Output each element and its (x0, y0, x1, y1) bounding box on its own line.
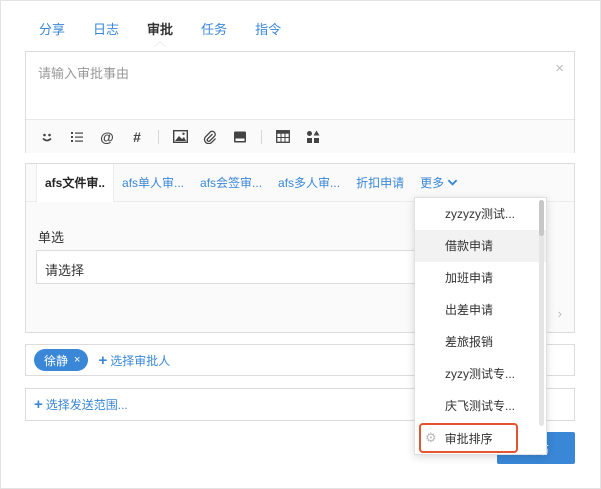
reason-placeholder: 请输入审批事由 (38, 66, 130, 81)
tab-share[interactable]: 分享 (25, 1, 79, 47)
hash-icon[interactable]: # (122, 123, 152, 151)
dropdown-item[interactable]: 出差申请 (415, 294, 546, 326)
top-tabs: 分享 日志 审批 任务 指令 (25, 1, 295, 47)
chevron-down-icon (447, 179, 458, 186)
dropdown-item[interactable]: 庆飞测试专... (415, 390, 546, 422)
single-choice-label: 单选 (38, 230, 65, 245)
editor-toolbar: @ # (26, 119, 574, 153)
active-tab-caret (154, 41, 167, 47)
gear-icon: ⚙ (425, 430, 437, 445)
approval-tab-afs-countersign[interactable]: afs会签审... (192, 164, 270, 202)
save-icon[interactable] (225, 123, 255, 151)
select-approver-label: 选择审批人 (110, 353, 171, 368)
tab-task-label: 任务 (201, 22, 228, 37)
approval-tab-afs-multi[interactable]: afs多人审... (270, 164, 348, 202)
select-scope-label: 选择发送范围... (45, 398, 128, 412)
approval-sort-button[interactable]: ⚙ 审批排序 (419, 423, 518, 453)
image-icon[interactable] (165, 123, 195, 151)
dropdown-scrollbar[interactable] (539, 200, 544, 426)
approver-name: 徐静 (44, 353, 69, 368)
toolbar-divider (158, 129, 159, 144)
table-icon[interactable] (268, 123, 298, 151)
attachment-icon[interactable] (195, 123, 225, 151)
toolbar-divider (261, 129, 262, 144)
at-icon[interactable]: @ (92, 123, 122, 151)
dropdown-item[interactable]: zyzyzy测试... (415, 198, 546, 230)
tab-share-label: 分享 (39, 22, 66, 37)
next-page-arrow[interactable]: › (558, 306, 562, 321)
tab-task[interactable]: 任务 (187, 1, 241, 47)
tab-command[interactable]: 指令 (241, 1, 295, 47)
select-scope-button[interactable]: + 选择发送范围... (34, 396, 128, 413)
more-label: 更多 (420, 175, 445, 190)
approval-tab-afs-single[interactable]: afs单人审... (114, 164, 192, 202)
more-dropdown-toggle[interactable]: 更多 (412, 164, 466, 202)
select-approver-button[interactable]: + 选择审批人 (98, 352, 170, 369)
dropdown-item[interactable]: zyzy测试专... (415, 358, 546, 390)
more-approval-dropdown: zyzyzy测试... 借款申请 加班申请 出差申请 差旅报销 zyzy测试专.… (414, 197, 547, 455)
approval-sort-label: 审批排序 (444, 431, 493, 446)
tab-approval-label: 审批 (147, 22, 174, 37)
plus-icon: + (98, 351, 108, 369)
publisher-panel: 分享 日志 审批 任务 指令 请输入审批事由 × @ # afs文件审.. af… (0, 0, 601, 489)
remove-approver-icon[interactable]: × (74, 354, 80, 366)
scrollbar-thumb[interactable] (539, 200, 544, 236)
tab-log-label: 日志 (93, 22, 120, 37)
close-icon[interactable]: × (555, 60, 564, 77)
approval-tab-afs-file[interactable]: afs文件审.. (36, 163, 115, 202)
plus-icon: + (34, 396, 43, 413)
reason-editor[interactable]: 请输入审批事由 × @ # (25, 51, 575, 153)
apps-icon[interactable] (298, 123, 328, 151)
list-icon[interactable] (62, 123, 92, 151)
tab-approval[interactable]: 审批 (133, 1, 187, 47)
approval-tab-discount[interactable]: 折扣申请 (348, 164, 412, 202)
dropdown-item[interactable]: 差旅报销 (415, 326, 546, 358)
tab-log[interactable]: 日志 (79, 1, 133, 47)
tab-command-label: 指令 (255, 22, 282, 37)
approver-chip: 徐静 × (34, 349, 89, 371)
dropdown-item[interactable]: 借款申请 (415, 230, 546, 262)
select-value: 请选择 (45, 263, 85, 278)
emoji-icon[interactable] (32, 123, 62, 151)
dropdown-item[interactable]: 加班申请 (415, 262, 546, 294)
